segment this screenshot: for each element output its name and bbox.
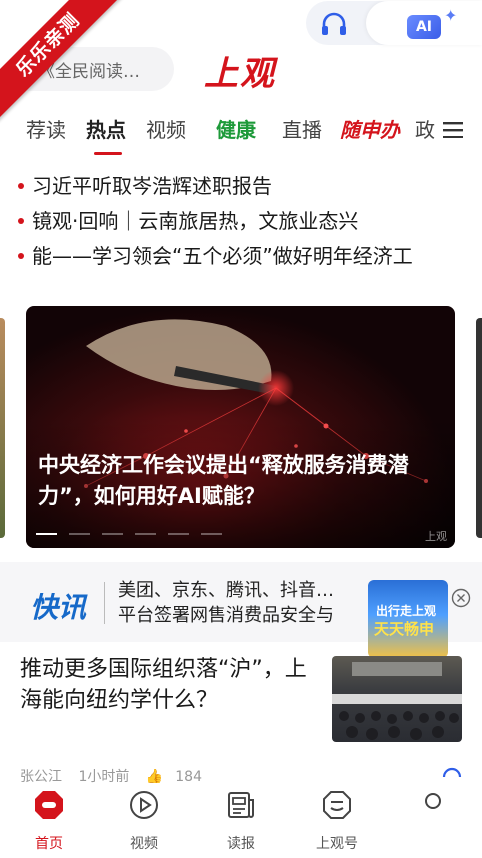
banner-title: 中央经济工作会议提出“释放服务消费潜力”，如何用好AI赋能？ (38, 453, 409, 508)
nav-profile[interactable] (388, 783, 478, 825)
promo-line-2: 天天畅申 (374, 620, 435, 638)
indicator-dot (168, 533, 189, 535)
menu-icon[interactable] (443, 122, 463, 142)
headline-list: 习近平听取岑浩辉述职报告 镜观·回响｜云南旅居热，文旅业态兴 能——学习领会“五… (18, 172, 482, 277)
nav-newspaper[interactable]: 读报 (196, 783, 286, 853)
article-thumbnail[interactable] (332, 656, 462, 742)
close-icon[interactable] (451, 588, 471, 612)
video-icon (99, 783, 189, 827)
flash-news-logo: 快讯 (30, 591, 87, 624)
prev-slide-peek[interactable] (0, 318, 5, 538)
headline-item[interactable]: 习近平听取岑浩辉述职报告 (18, 172, 482, 207)
bottom-navigation: 首页 视频 读报 上观号 (0, 783, 482, 858)
banner-watermark: 上观 (425, 530, 447, 543)
headline-item[interactable]: 能——学习领会“五个必须”做好明年经济工 (18, 242, 482, 277)
bullet-dot (18, 253, 24, 259)
nav-home[interactable]: 首页 (4, 783, 94, 853)
ribbon-label: 乐乐亲测 (0, 0, 124, 121)
nav-video[interactable]: 视频 (99, 783, 189, 853)
bullet-dot (18, 218, 24, 224)
carousel-indicators (36, 533, 222, 535)
account-icon (292, 783, 382, 827)
active-tab-indicator (94, 152, 122, 155)
tab-politics[interactable]: 政 (415, 114, 435, 143)
featured-carousel[interactable]: 中央经济工作会议提出“释放服务消费潜力”，如何用好AI赋能？ 上观 (26, 306, 455, 548)
promo-ribbon: 乐乐亲测 (0, 0, 130, 130)
share-icon[interactable] (442, 764, 462, 783)
tab-live[interactable]: 直播 (282, 114, 322, 143)
tab-suishenban[interactable]: 随申办 (340, 114, 400, 143)
headline-item[interactable]: 镜观·回响｜云南旅居热，文旅业态兴 (18, 207, 482, 242)
home-icon (4, 783, 94, 827)
article-title[interactable]: 推动更多国际组织落“沪”，上海能向纽约学什么？ (20, 654, 320, 716)
indicator-dot (36, 533, 57, 535)
headphone-icon[interactable] (320, 12, 348, 40)
app-logo: 上观 (204, 54, 276, 94)
tab-video[interactable]: 视频 (146, 114, 186, 143)
divider (104, 582, 105, 624)
next-slide-peek[interactable] (476, 318, 482, 538)
bullet-dot (18, 183, 24, 189)
nav-account[interactable]: 上观号 (292, 783, 382, 853)
promo-floating-ad[interactable]: 出行走上观 天天畅申 (368, 580, 448, 658)
newspaper-icon (196, 783, 286, 827)
indicator-dot (69, 533, 90, 535)
indicator-dot (102, 533, 123, 535)
sparkle-icon: ✦ (444, 6, 458, 25)
indicator-dot (135, 533, 156, 535)
flash-news-text[interactable]: 美团、京东、腾讯、抖音… 平台签署网售消费品安全与 (118, 578, 380, 628)
ai-assistant-button[interactable]: AI (407, 15, 441, 39)
tab-health[interactable]: 健康 (216, 114, 256, 143)
indicator-dot (201, 533, 222, 535)
promo-line-1: 出行走上观 (376, 604, 437, 618)
profile-icon (388, 783, 478, 819)
